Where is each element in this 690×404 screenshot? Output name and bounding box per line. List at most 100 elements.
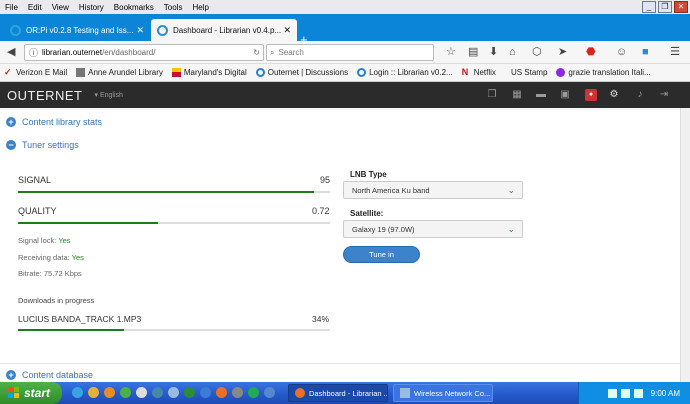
expand-plus-icon: + (6, 370, 16, 380)
tune-in-button[interactable]: Tune in (343, 246, 420, 263)
menu-tools[interactable]: Tools (159, 3, 188, 12)
language-selector[interactable]: ▾ English (95, 91, 123, 99)
quality-meter (18, 222, 330, 224)
back-icon[interactable]: ◀ (7, 45, 15, 59)
bookmark-netflix[interactable]: N Netflix (462, 68, 496, 78)
receiving-data-stat: Receiving data: Yes (18, 253, 84, 262)
adblock-icon[interactable]: ⬣ (586, 45, 596, 59)
menu-edit[interactable]: Edit (23, 3, 47, 12)
dashboard-content: + Content library stats − Tuner settings… (0, 108, 680, 382)
folder-icon[interactable]: ▬ (535, 89, 547, 101)
menu-history[interactable]: History (74, 3, 109, 12)
app-quicklaunch-icon[interactable] (136, 387, 147, 398)
menu-help[interactable]: Help (187, 3, 213, 12)
brand-logo[interactable]: OUTERNET (7, 88, 83, 103)
section-content-database[interactable]: + Content database (0, 363, 680, 382)
signal-meter-fill (18, 191, 315, 193)
tab-strip: OR:Pi v0.2.8 Testing and Iss... ✕ Dashbo… (0, 14, 690, 46)
bookmark-label: Outernet | Discussions (267, 68, 349, 77)
tray-icon[interactable] (620, 388, 630, 398)
ie-icon[interactable] (72, 387, 83, 398)
address-bar[interactable]: ⓘ librarian.outernet/en/dashboard/ ↻ (24, 44, 264, 61)
network-icon (400, 388, 410, 398)
taskbar-item-wireless[interactable]: Wireless Network Co... (393, 384, 493, 402)
search-bar[interactable]: ⌕ Search (266, 44, 434, 61)
tray-icon[interactable] (633, 388, 643, 398)
bookmark-grazie[interactable]: grazie translation Itali... (556, 68, 651, 77)
download-progress-fill (18, 329, 125, 331)
bell-icon[interactable]: ♪ (634, 89, 646, 101)
page-scrollbar[interactable] (680, 108, 690, 382)
star-icon[interactable]: ☆ (446, 45, 456, 59)
section-library-stats[interactable]: + Content library stats (0, 110, 680, 134)
send-icon[interactable]: ➤ (558, 45, 567, 59)
download-icon[interactable]: ⬇ (489, 45, 498, 59)
logout-icon[interactable]: ⇥ (658, 89, 670, 101)
notifications-badge-icon[interactable]: ● (585, 89, 597, 101)
tab-close-icon[interactable]: ✕ (283, 25, 291, 36)
chevron-down-icon: ⌄ (507, 224, 515, 234)
bookmark-verizon[interactable]: ✓ Verizon E Mail (4, 67, 67, 78)
firefox-icon (295, 388, 305, 398)
media-icon[interactable] (104, 387, 115, 398)
grid-icon[interactable]: ▦ (511, 89, 523, 101)
firefox-icon[interactable] (216, 387, 227, 398)
bookmark-label: Login :: Librarian v0.2... (369, 68, 453, 77)
app-quicklaunch-icon[interactable] (120, 387, 131, 398)
tab-close-icon[interactable]: ✕ (136, 25, 144, 36)
start-label: start (24, 386, 51, 400)
chrome-icon[interactable] (200, 387, 211, 398)
lnb-type-select[interactable]: North America Ku band ⌄ (343, 181, 523, 199)
window-controls: _ ❐ ✕ (642, 1, 688, 13)
settings-gear-icon[interactable]: ⚙ (608, 89, 620, 101)
bookmark-maryland[interactable]: Maryland's Digital (171, 68, 247, 77)
minimize-button[interactable]: _ (642, 1, 656, 13)
tab-orpi[interactable]: OR:Pi v0.2.8 Testing and Iss... ✕ (4, 19, 150, 41)
app-quicklaunch-icon[interactable] (232, 387, 243, 398)
bookmark-us-stamp[interactable]: US Stamp (511, 68, 547, 77)
hamburger-menu-icon[interactable]: ☰ (670, 45, 680, 59)
satellite-select[interactable]: Galaxy 19 (97.0W) ⌄ (343, 220, 523, 238)
stat-value: Yes (58, 236, 71, 245)
stat-value: Yes (71, 253, 84, 262)
menu-view[interactable]: View (47, 3, 74, 12)
bookmark-label: Maryland's Digital (183, 68, 247, 77)
menu-bar: File Edit View History Bookmarks Tools H… (0, 0, 690, 14)
emoji-icon[interactable]: ☺ (616, 45, 627, 59)
bookmark-outernet[interactable]: Outernet | Discussions (255, 68, 349, 77)
stat-value: 75.72 Kbps (43, 269, 82, 278)
app-quicklaunch-icon[interactable] (152, 387, 163, 398)
home-icon[interactable]: ⌂ (509, 45, 516, 59)
bookmarks-toolbar: ✓ Verizon E Mail Anne Arundel Library Mar… (0, 64, 690, 82)
signal-lock-stat: Signal lock: Yes (18, 236, 71, 245)
info-icon[interactable]: ⓘ (29, 46, 38, 60)
menu-file[interactable]: File (0, 3, 23, 12)
restore-button[interactable]: ❐ (658, 1, 672, 13)
bookmark-library[interactable]: Anne Arundel Library (76, 68, 163, 77)
app-quicklaunch-icon[interactable] (264, 387, 275, 398)
stat-label: Receiving data: (18, 253, 70, 262)
taskbar-item-dashboard[interactable]: Dashboard - Librarian ... (288, 384, 388, 402)
outernet-favicon-icon (157, 24, 168, 36)
apps-icon[interactable]: ▣ (559, 89, 571, 101)
reload-icon[interactable]: ↻ (253, 48, 260, 57)
app-quicklaunch-icon[interactable] (248, 387, 259, 398)
app-quicklaunch-icon[interactable] (168, 387, 179, 398)
library-icon (76, 68, 86, 77)
library-icon[interactable]: ▤ (468, 45, 478, 59)
section-tuner-settings[interactable]: − Tuner settings (0, 133, 680, 157)
pocket-icon[interactable]: ⬡ (532, 45, 542, 59)
bookmark-login[interactable]: Login :: Librarian v0.2... (357, 68, 453, 77)
menu-bookmarks[interactable]: Bookmarks (109, 3, 159, 12)
extension-icon[interactable]: ■ (642, 45, 649, 59)
files-icon[interactable]: ❐ (486, 89, 498, 101)
tab-dashboard[interactable]: Dashboard - Librarian v0.4.p... ✕ (151, 19, 297, 41)
app-quicklaunch-icon[interactable] (184, 387, 195, 398)
section-title: Content database (22, 370, 94, 380)
start-button[interactable]: start (0, 382, 62, 404)
folder-quicklaunch-icon[interactable] (88, 387, 99, 398)
tray-icon[interactable] (607, 388, 617, 398)
verizon-icon: ✓ (4, 67, 12, 77)
signal-label: SIGNAL (18, 175, 52, 185)
close-window-button[interactable]: ✕ (674, 1, 688, 13)
